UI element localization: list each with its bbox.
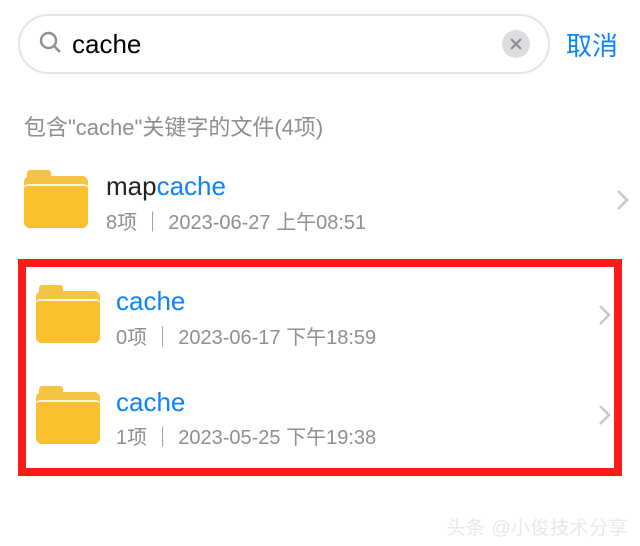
chevron-right-icon <box>598 303 612 332</box>
watermark: 头条 @小俊技术分享 <box>446 513 628 540</box>
list-item-subtitle: 1项 ｜ 2023-05-25 下午19:38 <box>116 421 582 450</box>
search-header: 取消 <box>0 0 640 92</box>
search-icon <box>38 30 62 59</box>
chevron-right-icon <box>598 403 612 432</box>
list-item[interactable]: cache 0项 ｜ 2023-06-17 下午18:59 <box>26 267 614 368</box>
list-item-subtitle: 0项 ｜ 2023-06-17 下午18:59 <box>116 321 582 350</box>
list-item-subtitle: 8项 ｜ 2023-06-27 上午08:51 <box>106 206 598 235</box>
clear-search-button[interactable] <box>502 30 530 58</box>
search-input[interactable] <box>72 29 502 60</box>
list-item-content: mapcache 8项 ｜ 2023-06-27 上午08:51 <box>106 170 598 235</box>
highlighted-results: cache 0项 ｜ 2023-06-17 下午18:59 cache 1项 ｜… <box>18 259 622 477</box>
list-item-title: mapcache <box>106 170 598 204</box>
folder-icon <box>24 176 88 228</box>
folder-icon <box>36 392 100 444</box>
list-item-content: cache 1项 ｜ 2023-05-25 下午19:38 <box>116 386 582 451</box>
list-item-title: cache <box>116 386 582 420</box>
list-item-content: cache 0项 ｜ 2023-06-17 下午18:59 <box>116 285 582 350</box>
results-list: mapcache 8项 ｜ 2023-06-27 上午08:51 cache 0… <box>0 152 640 476</box>
search-box[interactable] <box>18 14 550 74</box>
cancel-button[interactable]: 取消 <box>566 26 622 63</box>
list-item-title: cache <box>116 285 582 319</box>
list-item[interactable]: cache 1项 ｜ 2023-05-25 下午19:38 <box>26 368 614 469</box>
folder-icon <box>36 291 100 343</box>
chevron-right-icon <box>616 188 630 217</box>
results-section-header: 包含"cache"关键字的文件(4项) <box>0 92 640 152</box>
list-item[interactable]: mapcache 8项 ｜ 2023-06-27 上午08:51 <box>0 152 640 253</box>
